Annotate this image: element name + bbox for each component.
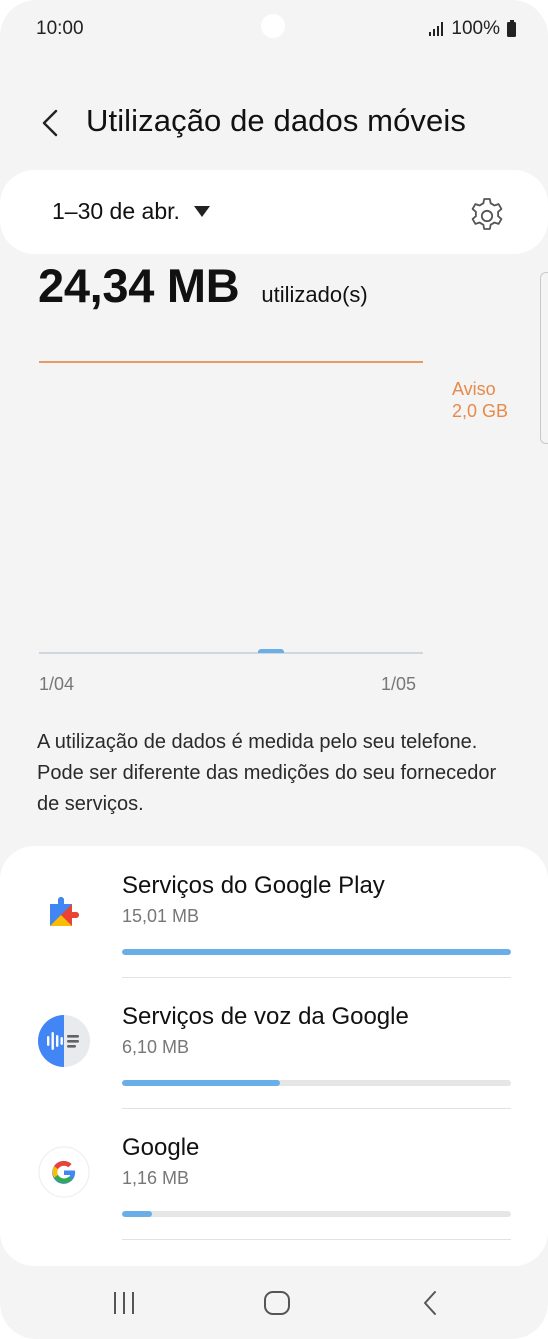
back-arrow-icon bbox=[424, 1291, 436, 1315]
nav-back-button[interactable] bbox=[408, 1288, 452, 1318]
page-title: Utilização de dados móveis bbox=[86, 103, 466, 138]
app-name: Google bbox=[122, 1134, 200, 1161]
home-button[interactable] bbox=[255, 1288, 299, 1318]
google-play-services-icon bbox=[38, 884, 90, 936]
usage-summary: 24,34 MB utilizado(s) bbox=[38, 258, 368, 313]
warning-label-title: Aviso bbox=[452, 379, 496, 399]
front-camera-cutout bbox=[261, 14, 285, 38]
warning-limit-line bbox=[39, 361, 423, 363]
usage-bar bbox=[122, 1211, 511, 1217]
usage-bar-fill bbox=[122, 1211, 152, 1217]
app-usage-list: Serviços do Google Play 15,01 MB Serviço… bbox=[0, 846, 548, 1266]
x-axis-end-label: 1/05 bbox=[381, 674, 417, 694]
usage-unit: utilizado(s) bbox=[261, 282, 368, 307]
period-dropdown[interactable]: 1–30 de abr. bbox=[52, 198, 210, 225]
dropdown-triangle-icon bbox=[193, 206, 210, 217]
navigation-bar bbox=[0, 1268, 548, 1339]
app-size: 15,01 MB bbox=[122, 906, 200, 926]
app-bar: Utilização de dados móveis bbox=[0, 95, 548, 151]
google-icon bbox=[38, 1146, 90, 1198]
usage-bar-fill bbox=[122, 949, 511, 955]
usage-bar-fill bbox=[122, 1080, 280, 1086]
app-name: Serviços de voz da Google bbox=[122, 1003, 409, 1030]
scroll-indicator[interactable] bbox=[540, 272, 548, 444]
signal-icon bbox=[429, 22, 444, 36]
divider bbox=[122, 1239, 511, 1240]
usage-value: 24,34 MB bbox=[38, 259, 240, 312]
settings-button[interactable] bbox=[466, 195, 508, 237]
list-item-google[interactable]: Google 1,16 MB bbox=[0, 1108, 548, 1239]
home-icon bbox=[264, 1291, 290, 1315]
recent-apps-icon bbox=[114, 1292, 134, 1314]
usage-bar bbox=[122, 1080, 511, 1086]
app-name: Serviços do Google Play bbox=[122, 872, 385, 899]
chevron-left-icon bbox=[42, 109, 58, 137]
status-right: 100% bbox=[429, 18, 516, 40]
status-bar: 10:00 100% bbox=[0, 0, 548, 62]
recent-apps-button[interactable] bbox=[102, 1288, 146, 1318]
app-size: 1,16 MB bbox=[122, 1168, 190, 1188]
google-voice-services-icon bbox=[38, 1015, 90, 1067]
list-item-google-voice-services[interactable]: Serviços de voz da Google 6,10 MB bbox=[0, 977, 548, 1108]
status-time: 10:00 bbox=[36, 18, 84, 39]
gear-icon bbox=[471, 198, 503, 230]
x-axis-start-label: 1/04 bbox=[39, 674, 75, 694]
period-label: 1–30 de abr. bbox=[52, 198, 180, 224]
phone-screen: 10:00 100% Utilização de dados móveis 1–… bbox=[0, 0, 548, 1339]
back-button[interactable] bbox=[30, 103, 70, 143]
app-size: 6,10 MB bbox=[122, 1037, 190, 1057]
warning-label-value: 2,0 GB bbox=[452, 401, 509, 421]
battery-percent: 100% bbox=[451, 18, 500, 39]
chart-baseline bbox=[39, 652, 423, 654]
measurement-note: A utilização de dados é medida pelo seu … bbox=[37, 731, 497, 815]
usage-curve bbox=[258, 649, 284, 653]
list-item-google-play-services[interactable]: Serviços do Google Play 15,01 MB bbox=[0, 846, 548, 977]
battery-icon bbox=[507, 19, 516, 37]
warning-label: Aviso 2,0 GB bbox=[452, 378, 508, 422]
usage-chart: Aviso 2,0 GB 1/04 1/05 bbox=[0, 340, 548, 700]
usage-bar bbox=[122, 949, 511, 955]
